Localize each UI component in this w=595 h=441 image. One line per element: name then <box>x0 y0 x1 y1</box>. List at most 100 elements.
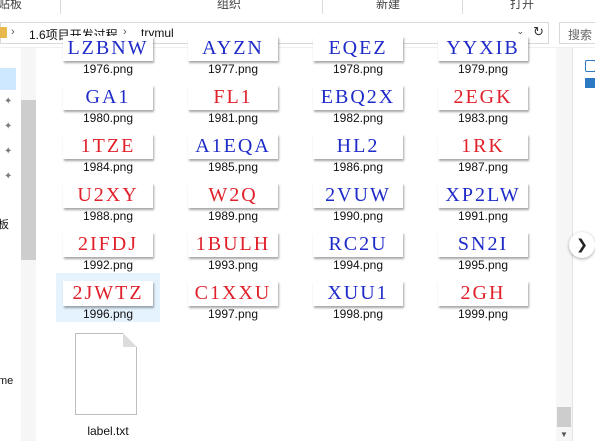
file-name: 1992.png <box>82 258 134 272</box>
file-name: 1990.png <box>332 209 384 223</box>
file-item[interactable]: AYZN 1977.png <box>181 28 285 77</box>
file-name: 1993.png <box>207 258 259 272</box>
chevron-right-icon[interactable]: › <box>11 26 15 38</box>
image-thumbnail: W2Q <box>188 183 278 208</box>
image-thumbnail: 2VUW <box>313 183 403 208</box>
file-name: 1998.png <box>332 307 384 321</box>
nav-item-fragment[interactable]: me <box>0 375 13 387</box>
file-name: 1987.png <box>457 160 509 174</box>
ribbon-separator <box>322 0 323 14</box>
image-thumbnail: 1TZE <box>63 134 153 159</box>
image-thumbnail: YYXIB <box>438 36 528 61</box>
navigation-pane[interactable]: ✦ ✦ ✦ ✦ 板 me <box>0 48 36 441</box>
file-item[interactable]: 2GH 1999.png <box>431 273 535 322</box>
file-name: 1978.png <box>332 62 384 76</box>
file-item[interactable]: FL1 1981.png <box>181 77 285 126</box>
file-item[interactable]: RC2U 1994.png <box>306 224 410 273</box>
pin-icon: ✦ <box>4 121 13 132</box>
file-item[interactable]: 1RK 1987.png <box>431 126 535 175</box>
image-thumbnail: 2JWTZ <box>63 281 153 306</box>
file-name: 1988.png <box>82 209 134 223</box>
ribbon-separator <box>462 0 463 14</box>
file-item[interactable]: XP2LW 1991.png <box>431 175 535 224</box>
file-item[interactable]: 2VUW 1990.png <box>306 175 410 224</box>
pin-icon[interactable] <box>585 60 595 72</box>
file-item[interactable]: W2Q 1989.png <box>181 175 285 224</box>
image-thumbnail: XP2LW <box>438 183 528 208</box>
file-item[interactable]: label.txt <box>56 328 160 441</box>
file-name: 1999.png <box>457 307 509 321</box>
file-grid: LZBNW 1976.png AYZN 1977.png EQEZ 1978.png YYX… <box>56 36 556 441</box>
scroll-down-arrow-icon[interactable]: ▼ <box>560 430 568 439</box>
chevron-right-icon: ❯ <box>576 236 588 252</box>
image-thumbnail: HL2 <box>313 134 403 159</box>
text-document-icon <box>75 333 137 415</box>
ribbon-group-new[interactable]: 新建 <box>376 0 400 12</box>
image-thumbnail: 1BULH <box>188 232 278 257</box>
file-item[interactable]: 1TZE 1984.png <box>56 126 160 175</box>
file-name: 1985.png <box>207 160 259 174</box>
nav-scrollbar-thumb[interactable] <box>21 100 36 260</box>
next-button[interactable]: ❯ <box>569 232 595 258</box>
file-item[interactable]: EQEZ 1978.png <box>306 28 410 77</box>
file-name: 1984.png <box>82 160 134 174</box>
file-explorer-window: 贴板 组织 新建 打开 › 1.6项目开发过程 › trymul ⌄ ↻ 搜索 … <box>0 0 595 441</box>
image-thumbnail: C1XXU <box>188 281 278 306</box>
file-item[interactable]: 2JWTZ 1996.png <box>56 273 160 322</box>
ribbon-group-open[interactable]: 打开 <box>510 0 534 12</box>
file-name: 1981.png <box>207 111 259 125</box>
file-name: 1979.png <box>457 62 509 76</box>
file-item[interactable]: YYXIB 1979.png <box>431 28 535 77</box>
pin-icon: ✦ <box>4 146 13 157</box>
nav-item-fragment[interactable]: 板 <box>0 216 9 232</box>
image-thumbnail: EQEZ <box>313 36 403 61</box>
image-thumbnail: EBQ2X <box>313 85 403 110</box>
file-item[interactable]: HL2 1986.png <box>306 126 410 175</box>
nav-scrollbar[interactable] <box>21 48 36 441</box>
file-item[interactable]: 2IFDJ 1992.png <box>56 224 160 273</box>
file-name: 1976.png <box>82 62 134 76</box>
file-item[interactable]: XUU1 1998.png <box>306 273 410 322</box>
image-thumbnail: GA1 <box>63 85 153 110</box>
file-name: 1980.png <box>82 111 134 125</box>
file-name: 1991.png <box>457 209 509 223</box>
ribbon-strip: 贴板 组织 新建 打开 <box>0 0 595 16</box>
file-item[interactable]: SN2I 1995.png <box>431 224 535 273</box>
shield-icon <box>585 78 595 88</box>
file-item[interactable]: C1XXU 1997.png <box>181 273 285 322</box>
file-item[interactable]: GA1 1980.png <box>56 77 160 126</box>
file-name: 1989.png <box>207 209 259 223</box>
content-scrollbar-thumb[interactable] <box>557 407 571 427</box>
file-item[interactable]: 1BULH 1993.png <box>181 224 285 273</box>
image-thumbnail: SN2I <box>438 232 528 257</box>
file-name: 1996.png <box>82 307 134 321</box>
ribbon-separator <box>60 0 61 14</box>
nav-selected-item[interactable] <box>0 68 16 90</box>
file-name: 1986.png <box>332 160 384 174</box>
pin-icon: ✦ <box>4 171 13 182</box>
file-name: 1977.png <box>207 62 259 76</box>
file-name: 1983.png <box>457 111 509 125</box>
image-thumbnail: 2EGK <box>438 85 528 110</box>
folder-icon <box>0 27 7 38</box>
search-placeholder: 搜索 <box>568 28 593 42</box>
file-name: 1995.png <box>457 258 509 272</box>
file-item[interactable]: LZBNW 1976.png <box>56 28 160 77</box>
file-item[interactable]: A1EQA 1985.png <box>181 126 285 175</box>
pin-icon: ✦ <box>4 96 13 107</box>
file-item[interactable]: U2XY 1988.png <box>56 175 160 224</box>
file-name: 1982.png <box>332 111 384 125</box>
ribbon-group-organize[interactable]: 组织 <box>217 0 241 12</box>
file-name: 1994.png <box>332 258 384 272</box>
image-thumbnail: A1EQA <box>188 134 278 159</box>
file-item[interactable]: 2EGK 1983.png <box>431 77 535 126</box>
image-thumbnail: 1RK <box>438 134 528 159</box>
page-fold <box>123 333 137 347</box>
ribbon-group-clipboard[interactable]: 贴板 <box>0 0 22 12</box>
image-thumbnail: RC2U <box>313 232 403 257</box>
image-thumbnail: AYZN <box>188 36 278 61</box>
image-thumbnail: FL1 <box>188 85 278 110</box>
search-input[interactable]: 搜索 <box>559 22 595 44</box>
file-name: 1997.png <box>207 307 259 321</box>
file-item[interactable]: EBQ2X 1982.png <box>306 77 410 126</box>
